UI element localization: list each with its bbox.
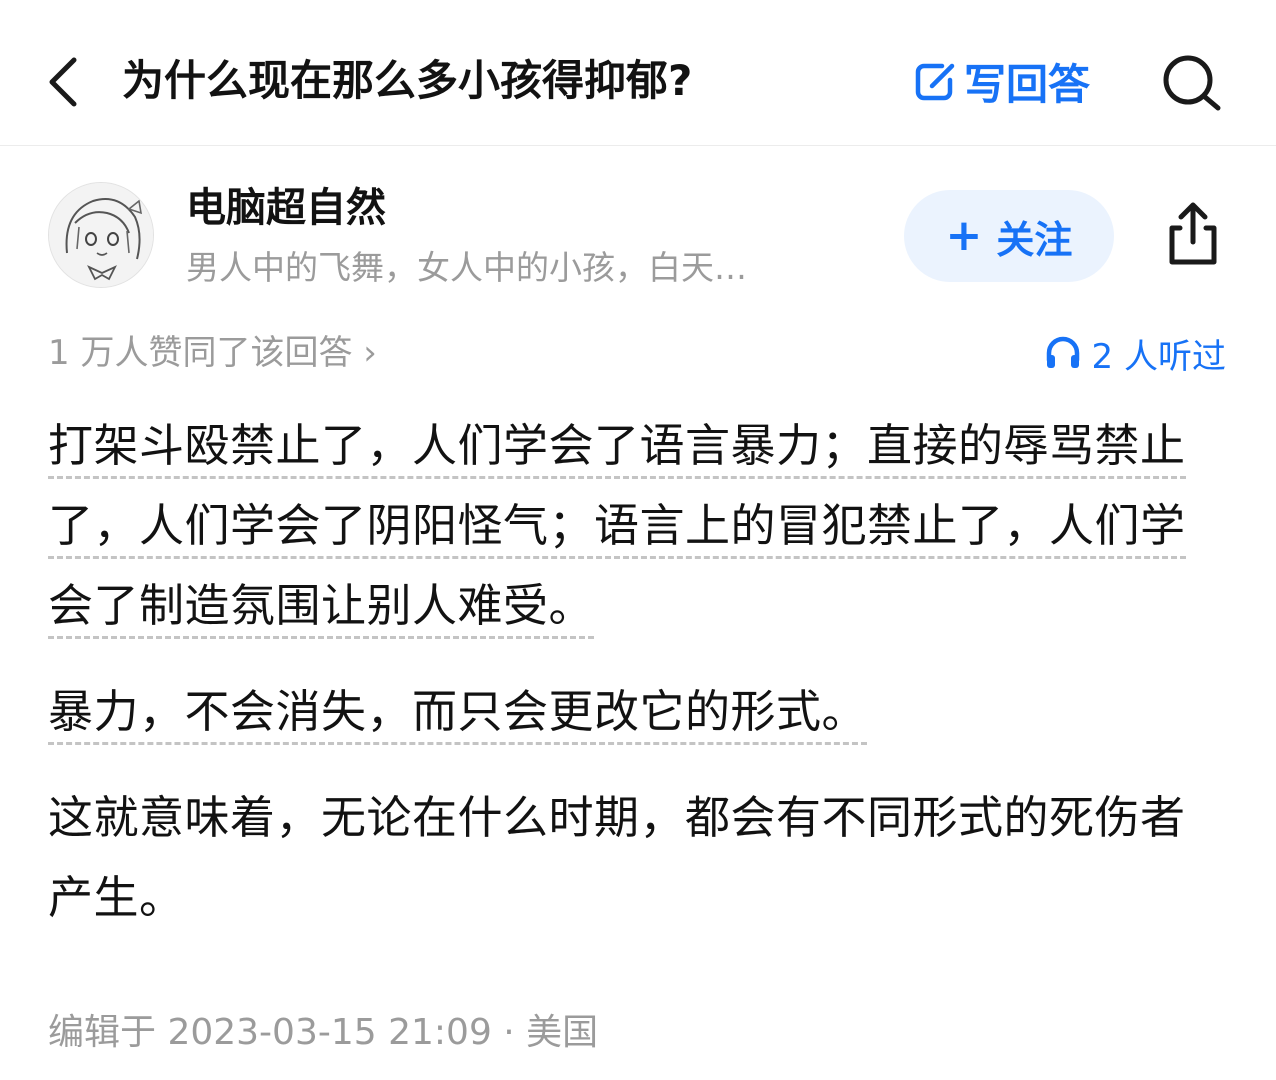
- write-answer-label: 写回答: [964, 59, 1091, 109]
- avatar[interactable]: [48, 182, 154, 288]
- write-answer-button[interactable]: 写回答: [912, 52, 1090, 110]
- vote-count-text: 1 万人赞同了该回答: [48, 333, 353, 373]
- top-bar: 为什么现在那么多小孩得抑郁? 写回答: [0, 0, 1276, 146]
- chevron-right-icon: ›: [363, 333, 377, 373]
- author-bio: 男人中的飞舞，女人中的小孩，白天…: [186, 248, 747, 287]
- answer-paragraph: 暴力，不会消失，而只会更改它的形式。: [48, 672, 1188, 752]
- plus-icon: +: [945, 210, 983, 261]
- listen-count-text: 2 人听过: [1091, 336, 1226, 377]
- follow-button[interactable]: + 关注: [904, 190, 1114, 282]
- answer-paragraph-text: 打架斗殴禁止了，人们学会了语言暴力；直接的辱骂禁止了，人们学会了阴阳怪气；语言上…: [48, 419, 1186, 639]
- author-name[interactable]: 电脑超自然: [186, 180, 386, 236]
- question-title[interactable]: 为什么现在那么多小孩得抑郁?: [122, 52, 692, 110]
- answer-paragraph-text: 这就意味着，无论在什么时期，都会有不同形式的死伤者产生。: [48, 791, 1186, 924]
- answer-paragraph: 这就意味着，无论在什么时期，都会有不同形式的死伤者产生。: [48, 778, 1188, 938]
- vote-count-link[interactable]: 1 万人赞同了该回答 ›: [48, 328, 377, 378]
- listen-count[interactable]: 2 人听过: [1044, 328, 1226, 378]
- answer-paragraph: 打架斗殴禁止了，人们学会了语言暴力；直接的辱骂禁止了，人们学会了阴阳怪气；语言上…: [48, 406, 1188, 646]
- share-icon[interactable]: [1160, 198, 1226, 270]
- follow-label: 关注: [996, 217, 1073, 262]
- headphones-icon: [1044, 334, 1082, 372]
- chevron-left-icon[interactable]: [40, 50, 90, 114]
- search-icon[interactable]: [1158, 50, 1226, 114]
- answer-content: 打架斗殴禁止了，人们学会了语言暴力；直接的辱骂禁止了，人们学会了阴阳怪气；语言上…: [48, 406, 1188, 964]
- answer-paragraph-text: 暴力，不会消失，而只会更改它的形式。: [48, 685, 868, 745]
- edit-meta: 编辑于 2023-03-15 21:09 · 美国: [48, 1012, 599, 1053]
- edit-icon: [912, 58, 958, 104]
